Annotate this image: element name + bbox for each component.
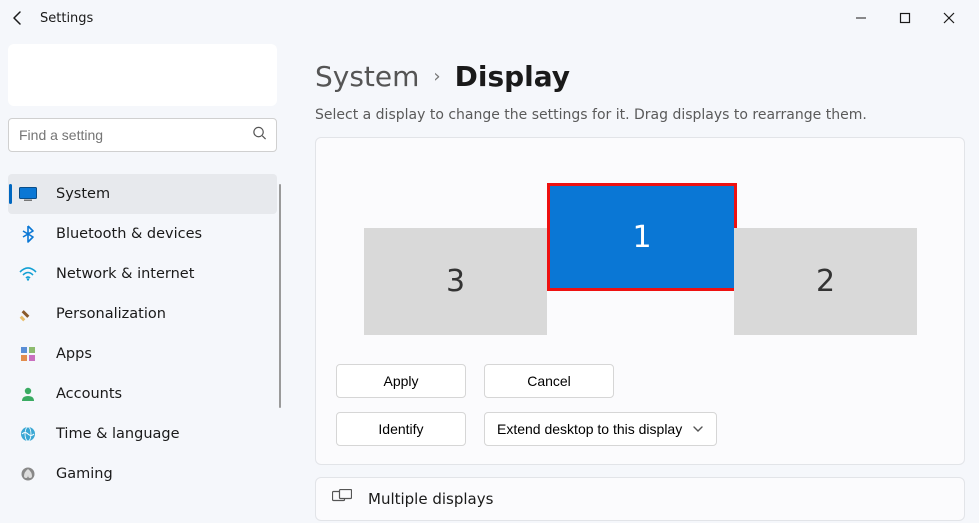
search-input[interactable] (8, 118, 277, 152)
minimize-icon (855, 12, 867, 24)
nav: System Bluetooth & devices Network & int… (8, 174, 277, 494)
sidebar-item-label: System (56, 186, 110, 202)
multiple-displays-section[interactable]: Multiple displays (315, 477, 965, 521)
sidebar-item-label: Gaming (56, 466, 113, 482)
display-mode-dropdown[interactable]: Extend desktop to this display (484, 412, 717, 446)
search-container (8, 118, 277, 152)
minimize-button[interactable] (851, 4, 871, 32)
sidebar-item-label: Time & language (56, 426, 180, 442)
accounts-icon (18, 384, 38, 404)
time-icon (18, 424, 38, 444)
personalization-icon (18, 304, 38, 324)
close-icon (943, 12, 955, 24)
display-1-selected[interactable]: 1 (547, 183, 737, 291)
sidebar-item-label: Bluetooth & devices (56, 226, 202, 242)
dropdown-label: Extend desktop to this display (497, 421, 682, 437)
display-stage[interactable]: 3 1 2 (336, 150, 944, 356)
sidebar-item-network[interactable]: Network & internet (8, 254, 277, 294)
breadcrumb-current: Display (455, 60, 570, 93)
main-content: System › Display Select a display to cha… (285, 36, 979, 523)
sidebar-item-label: Accounts (56, 386, 122, 402)
display-2[interactable]: 2 (734, 228, 917, 335)
nav-scrollbar[interactable] (279, 184, 281, 408)
breadcrumb-parent[interactable]: System (315, 60, 419, 93)
apps-icon (18, 344, 38, 364)
maximize-button[interactable] (895, 4, 915, 32)
search-icon (252, 126, 267, 145)
display-arrangement-card: 3 1 2 Apply Cancel Identify Extend deskt… (315, 137, 965, 465)
window-title: Settings (40, 11, 93, 26)
multiple-displays-icon (332, 489, 352, 509)
chevron-right-icon: › (433, 66, 440, 87)
sidebar-item-gaming[interactable]: Gaming (8, 454, 277, 494)
sidebar-item-apps[interactable]: Apps (8, 334, 277, 374)
back-button[interactable] (4, 4, 32, 32)
maximize-icon (899, 12, 911, 24)
account-card[interactable] (8, 44, 277, 106)
network-icon (18, 264, 38, 284)
sidebar-item-label: Apps (56, 346, 92, 362)
gaming-icon (18, 464, 38, 484)
arrow-left-icon (10, 10, 26, 26)
sidebar-item-system[interactable]: System (8, 174, 277, 214)
sidebar-item-label: Network & internet (56, 266, 194, 282)
chevron-down-icon (692, 423, 704, 435)
display-3[interactable]: 3 (364, 228, 547, 335)
apply-button[interactable]: Apply (336, 364, 466, 398)
sidebar-item-bluetooth[interactable]: Bluetooth & devices (8, 214, 277, 254)
sidebar-item-label: Personalization (56, 306, 166, 322)
section-label: Multiple displays (368, 490, 493, 508)
close-button[interactable] (939, 4, 959, 32)
sidebar-item-accounts[interactable]: Accounts (8, 374, 277, 414)
breadcrumb: System › Display (315, 60, 965, 93)
system-icon (18, 184, 38, 204)
bluetooth-icon (18, 224, 38, 244)
title-bar: Settings (0, 0, 979, 36)
cancel-button[interactable]: Cancel (484, 364, 614, 398)
sidebar: System Bluetooth & devices Network & int… (0, 36, 285, 523)
identify-button[interactable]: Identify (336, 412, 466, 446)
sidebar-item-personalization[interactable]: Personalization (8, 294, 277, 334)
sidebar-item-time[interactable]: Time & language (8, 414, 277, 454)
page-subtitle: Select a display to change the settings … (315, 107, 965, 123)
